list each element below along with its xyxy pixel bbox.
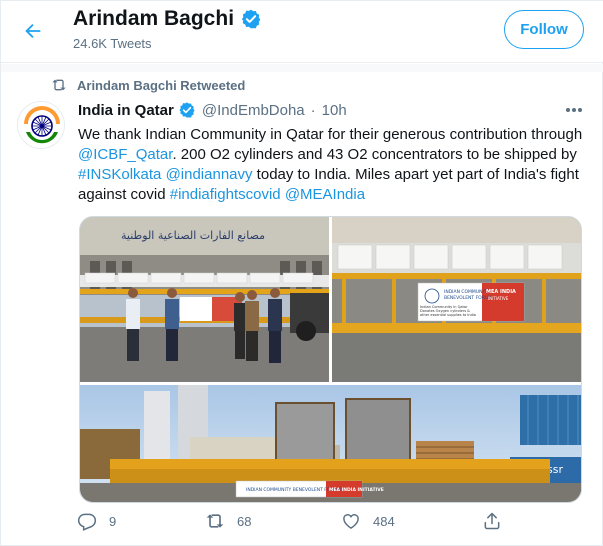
tweet-text: We thank Indian Community in Qatar for t… (78, 125, 583, 205)
tweet-link[interactable]: @MEAIndia (285, 186, 365, 203)
photo-2-banner-sub: Indian Community in Qatar Donates Oxygen… (420, 305, 476, 317)
profile-header: Arindam Bagchi 24.6K Tweets Follow (1, 1, 603, 63)
more-button[interactable] (561, 99, 587, 121)
photo-1[interactable]: مصانع الفارات الصناعية الوطنية (80, 217, 329, 382)
photo-2-banner-line1: INDIAN COMMUNITY (444, 289, 490, 295)
author-name[interactable]: India in Qatar (78, 102, 174, 119)
photo-2-banner-right1: MEA INDIA (486, 289, 516, 295)
photo-2-banner-line2: BENEVOLENT FORUM (444, 295, 492, 301)
tweet-time[interactable]: 10h (322, 102, 347, 119)
follow-button[interactable]: Follow (504, 10, 584, 49)
retweeted-by[interactable]: Arindam Bagchi Retweeted (51, 77, 245, 93)
share-icon (484, 512, 500, 530)
share-button[interactable] (482, 511, 502, 531)
tweet-link[interactable]: @ICBF_Qatar (78, 146, 172, 163)
like-button[interactable]: 484 (341, 511, 395, 531)
tweet-header: India in Qatar @IndEmbDoha · 10h (78, 101, 347, 119)
profile-name: Arindam Bagchi (73, 7, 262, 31)
retweet-button[interactable]: 68 (205, 511, 251, 531)
dot-separator: · (310, 101, 316, 119)
profile-name-text: Arindam Bagchi (73, 7, 235, 30)
retweet-icon (206, 514, 224, 528)
photo-2-banner-right2: INITIATIVE (488, 296, 509, 301)
like-count: 484 (373, 513, 395, 529)
photo-2-image: INDIAN COMMUNITY BENEVOLENT FORUM MEA IN… (332, 217, 581, 382)
photo-3-image: rossr INDIAN COMMUNITY BENEVOLENT FORUM … (80, 385, 581, 502)
tweet-link[interactable]: #indiafightscovid (170, 186, 281, 203)
author-avatar[interactable] (17, 101, 65, 149)
reply-icon (77, 513, 97, 531)
photo-1-image: مصانع الفارات الصناعية الوطنية (80, 217, 329, 382)
tweet-media[interactable]: مصانع الفارات الصناعية الوطنية INDIAN CO… (79, 216, 582, 503)
tweet-link[interactable]: #INSKolkata (78, 166, 161, 183)
retweet-icon (52, 79, 66, 91)
reply-button[interactable]: 9 (77, 511, 116, 531)
tweet-count: 24.6K Tweets (73, 36, 152, 51)
heart-icon (343, 514, 359, 529)
photo-2[interactable]: INDIAN COMMUNITY BENEVOLENT FORUM MEA IN… (332, 217, 581, 382)
tweet-page: Arindam Bagchi 24.6K Tweets Follow Arind… (0, 0, 603, 546)
back-button[interactable] (15, 13, 51, 49)
photo-1-sign: مصانع الفارات الصناعية الوطنية (121, 229, 265, 242)
header-divider (1, 64, 603, 72)
photo-3-banner-left: INDIAN COMMUNITY BENEVOLENT FORUM (246, 487, 341, 493)
verified-badge-icon (179, 102, 195, 118)
retweeted-by-label: Arindam Bagchi Retweeted (77, 77, 246, 93)
verified-badge-icon (241, 9, 261, 29)
photo-3[interactable]: rossr INDIAN COMMUNITY BENEVOLENT FORUM … (80, 385, 581, 502)
reply-count: 9 (109, 513, 117, 529)
tweet-actions: 9 68 484 (77, 511, 507, 537)
tweet-text-segment: We thank Indian Community in Qatar for t… (78, 126, 583, 143)
ashoka-chakra-icon (18, 102, 64, 148)
tweet-text-segment: . 200 O2 cylinders and 43 O2 concentrato… (172, 146, 577, 163)
tweet-link[interactable]: @indiannavy (166, 166, 253, 183)
arrow-left-icon (25, 23, 41, 39)
more-dots-icon (566, 108, 582, 112)
retweet-count: 68 (237, 513, 252, 529)
photo-3-banner-right: MEA INDIA INITIATIVE (329, 487, 384, 493)
author-handle[interactable]: @IndEmbDoha (202, 102, 305, 119)
